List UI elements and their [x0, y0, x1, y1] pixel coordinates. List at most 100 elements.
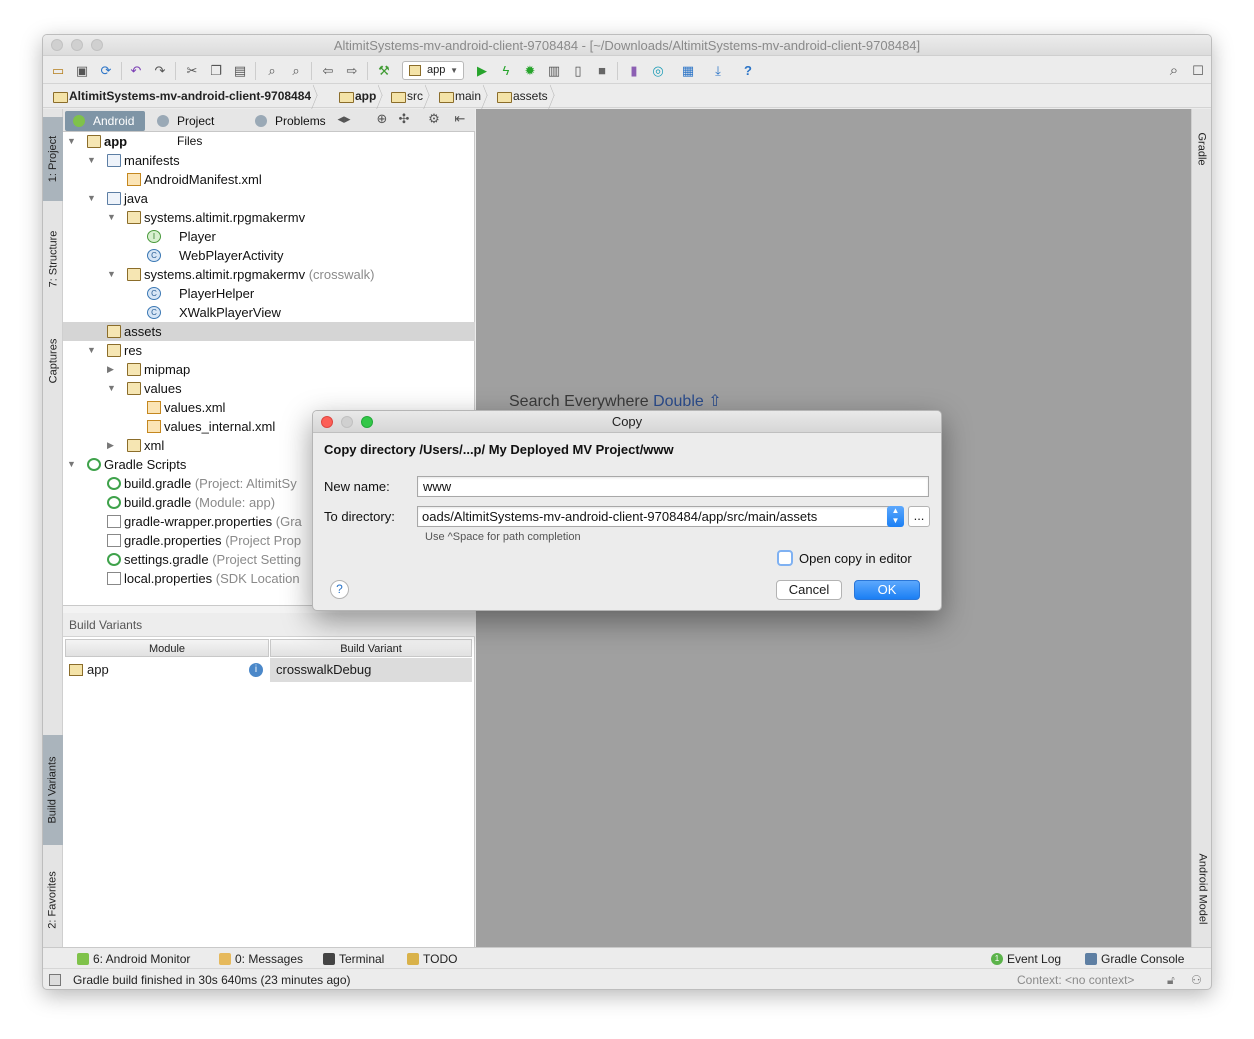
tree-item[interactable]: ▼ systems.altimit.rpgmakermv	[63, 208, 475, 227]
tree-item[interactable]: I Player	[63, 227, 475, 246]
todo-icon	[407, 953, 419, 965]
status-bar: Gradle build finished in 30s 640ms (23 m…	[43, 969, 1211, 989]
tree-item[interactable]: C XWalkPlayerView	[63, 303, 475, 322]
tool-terminal[interactable]: Terminal	[321, 948, 384, 970]
tree-item[interactable]: ▼ res	[63, 341, 475, 360]
tree-item[interactable]: AndroidManifest.xml	[63, 170, 475, 189]
info-icon: i	[249, 663, 263, 677]
undo-icon[interactable]: ↶	[127, 62, 145, 80]
tree-item[interactable]: ▼ values	[63, 379, 475, 398]
tool-tab-structure[interactable]: 7: Structure	[43, 209, 63, 309]
dialog-minimize-button	[341, 416, 353, 428]
tree-item[interactable]: ▼ java	[63, 189, 475, 208]
breadcrumb-item[interactable]: app	[337, 85, 376, 108]
search-icon[interactable]: ⌕	[1165, 62, 1183, 80]
debug-icon[interactable]: ✹	[521, 62, 539, 80]
run-icon[interactable]: ▶	[473, 62, 491, 80]
stop-icon[interactable]: ■	[593, 62, 611, 80]
tool-gradle-console[interactable]: Gradle Console	[1083, 948, 1184, 970]
open-folder-icon[interactable]: ▭	[49, 62, 67, 80]
cancel-button[interactable]: Cancel	[776, 580, 842, 600]
replace-icon[interactable]: ⌕	[287, 62, 305, 80]
tool-tab-gradle[interactable]: Gradle	[1192, 119, 1211, 179]
open-copy-checkbox[interactable]	[777, 550, 793, 566]
dialog-close-button[interactable]	[321, 416, 333, 428]
sync-gradle-icon[interactable]: ◎	[649, 62, 667, 80]
tab-project-files[interactable]: Project Files	[149, 111, 243, 148]
open-copy-label[interactable]: Open copy in editor	[799, 551, 912, 566]
column-header-build-variant[interactable]: Build Variant	[270, 639, 472, 657]
tool-android-monitor[interactable]: 6: Android Monitor	[75, 948, 190, 970]
user-icon[interactable]: ☐	[1189, 62, 1207, 80]
breadcrumb-item[interactable]: main	[437, 85, 481, 108]
tool-tab-android-model[interactable]: Android Model	[1192, 839, 1211, 939]
collapse-all-icon[interactable]: ✣	[395, 110, 413, 128]
tree-item[interactable]: ▼ systems.altimit.rpgmakermv (crosswalk)	[63, 265, 475, 284]
tool-event-log[interactable]: 1 Event Log	[989, 948, 1061, 970]
tool-messages[interactable]: 0: Messages	[217, 948, 303, 970]
breadcrumb-item[interactable]: AltimitSystems-mv-android-client-9708484	[51, 85, 311, 108]
cut-icon[interactable]: ✂	[183, 62, 201, 80]
avd-manager-icon[interactable]: ▮	[625, 62, 643, 80]
breadcrumb-item[interactable]: assets	[495, 85, 548, 108]
new-name-input[interactable]: www	[417, 476, 929, 497]
tab-android[interactable]: Android	[65, 111, 145, 131]
status-toggle-icon[interactable]	[49, 974, 61, 986]
profile-icon[interactable]: ▥	[545, 62, 563, 80]
make-project-icon[interactable]: ⚒	[375, 62, 393, 80]
editor-hint: Search Everywhere Double ⇧	[509, 393, 722, 410]
tree-item[interactable]: ▼ manifests	[63, 151, 475, 170]
window-controls	[51, 39, 103, 51]
gradle-icon	[107, 553, 121, 566]
to-directory-input[interactable]: oads/AltimitSystems-mv-android-client-97…	[417, 506, 889, 527]
build-variant-module-cell[interactable]: app i	[65, 658, 269, 682]
copy-icon[interactable]: ❐	[207, 62, 225, 80]
scroll-tabs-icon[interactable]: ◂▸	[335, 110, 353, 128]
breadcrumb: AltimitSystems-mv-android-client-9708484…	[43, 85, 1211, 108]
browse-button[interactable]: ...	[908, 506, 930, 527]
help-icon[interactable]: ?	[739, 62, 757, 80]
breadcrumb-item[interactable]: src	[389, 85, 423, 108]
tool-tab-project[interactable]: 1: Project	[43, 117, 63, 201]
tree-item-selected[interactable]: assets	[63, 322, 475, 341]
tool-tab-captures[interactable]: Captures	[43, 319, 63, 403]
column-header-module[interactable]: Module	[65, 639, 269, 657]
sync-icon[interactable]: ⟳	[97, 62, 115, 80]
tool-tab-build-variants[interactable]: Build Variants	[43, 735, 63, 845]
close-window-button[interactable]	[51, 39, 63, 51]
build-variant-select[interactable]: crosswalkDebug	[270, 658, 472, 682]
tree-item[interactable]: ▶ mipmap	[63, 360, 475, 379]
new-name-label: New name:	[324, 479, 390, 494]
help-button[interactable]: ?	[330, 580, 349, 599]
gradle-icon	[107, 477, 121, 490]
tree-item[interactable]: C PlayerHelper	[63, 284, 475, 303]
back-icon[interactable]: ⇦	[319, 62, 337, 80]
tool-todo[interactable]: TODO	[405, 948, 457, 970]
tree-item[interactable]: ▼ app	[63, 132, 475, 151]
gear-icon[interactable]: ⚙	[425, 110, 443, 128]
to-directory-dropdown[interactable]: ▲ ▼	[887, 506, 904, 527]
tab-problems[interactable]: Problems	[247, 111, 329, 131]
sdk-manager-icon[interactable]: ⤓	[709, 62, 727, 80]
paste-icon[interactable]: ▤	[231, 62, 249, 80]
instant-run-icon[interactable]: ϟ	[497, 62, 515, 80]
tree-item[interactable]: C WebPlayerActivity	[63, 246, 475, 265]
minimize-window-button[interactable]	[71, 39, 83, 51]
attach-debugger-icon[interactable]: ▯	[569, 62, 587, 80]
project-structure-icon[interactable]: ▦	[679, 62, 697, 80]
find-icon[interactable]: ⌕	[263, 62, 281, 80]
run-config-select[interactable]: app ▼	[402, 61, 464, 80]
tool-tab-favorites[interactable]: 2: Favorites	[43, 855, 63, 945]
zoom-window-button[interactable]	[91, 39, 103, 51]
ok-button[interactable]: OK	[854, 580, 920, 600]
hide-panel-icon[interactable]: ⇤	[451, 110, 469, 128]
save-all-icon[interactable]: ▣	[73, 62, 91, 80]
forward-icon[interactable]: ⇨	[343, 62, 361, 80]
copy-dialog: Copy Copy directory /Users/...p/ My Depl…	[312, 410, 942, 611]
scroll-from-source-icon[interactable]: ⊕	[373, 110, 391, 128]
dialog-zoom-button[interactable]	[361, 416, 373, 428]
globe-icon	[255, 115, 267, 127]
lock-icon[interactable]: 🔓︎	[1167, 969, 1175, 989]
redo-icon[interactable]: ↷	[151, 62, 169, 80]
inspector-icon[interactable]: ⚇	[1191, 969, 1202, 989]
